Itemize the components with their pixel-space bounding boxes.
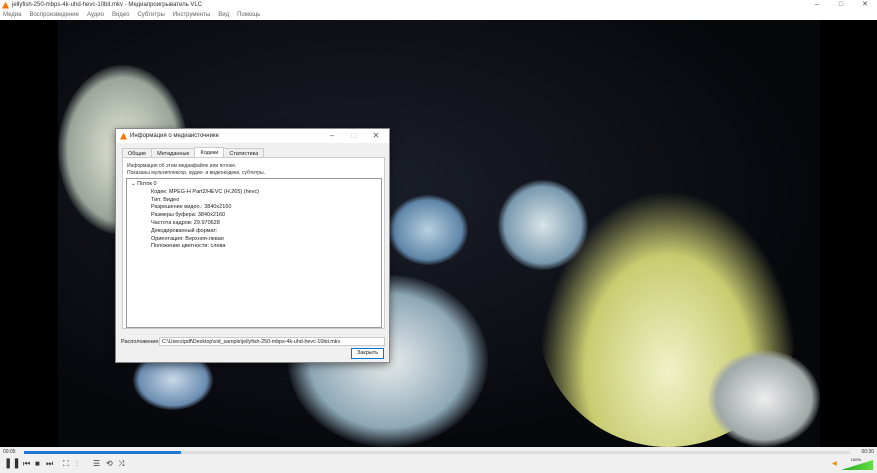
menu-video[interactable]: Видео bbox=[112, 12, 130, 18]
codecs-description: Информация об этом медиафайле или потоке… bbox=[127, 163, 265, 176]
tree-item: Частота кадров: 29.970628 bbox=[151, 219, 220, 226]
elapsed-time: 00:05 bbox=[3, 449, 16, 455]
pause-icon[interactable]: ❚❚ bbox=[4, 459, 21, 469]
tree-item: Положение цветности: слева bbox=[151, 243, 226, 250]
stop-icon[interactable]: ■ bbox=[35, 459, 40, 469]
tree-node-stream[interactable]: ⌄ Поток 0 bbox=[131, 181, 377, 189]
volume-slider[interactable]: 100% bbox=[841, 457, 873, 470]
total-time: 00:30 bbox=[861, 449, 874, 455]
location-label: Расположение: bbox=[121, 338, 160, 345]
maximize-button[interactable]: □ bbox=[829, 0, 853, 10]
location-row: Расположение: C:\Users\pdf\Desktop\vid_s… bbox=[121, 337, 385, 346]
tree-item: Тип: Видео bbox=[151, 196, 180, 203]
stream-label: Поток 0 bbox=[137, 181, 157, 187]
media-info-dialog: Информация о медиаисточнике – □ ✕ Общие … bbox=[115, 128, 390, 363]
playlist-icon[interactable]: ☰ bbox=[93, 459, 100, 469]
minimize-button[interactable]: – bbox=[805, 0, 829, 10]
dialog-title-bar: Информация о медиаисточнике – □ ✕ bbox=[116, 129, 389, 143]
menu-tools[interactable]: Инструменты bbox=[173, 12, 210, 18]
codecs-panel: Информация об этом медиафайле или потоке… bbox=[122, 157, 385, 329]
menu-audio[interactable]: Аудио bbox=[87, 12, 104, 18]
tree-item: Декодированный формат: bbox=[151, 227, 218, 234]
dialog-minimize-button[interactable]: – bbox=[321, 129, 343, 143]
codec-tree[interactable]: ⌄ Поток 0 Кодек: MPEG-H Part2/HEVC (H.26… bbox=[126, 178, 382, 328]
menu-subtitles[interactable]: Субтитры bbox=[137, 12, 164, 18]
window-title: jellyfish-250-mbps-4k-uhd-hevc-10bit.mkv… bbox=[12, 2, 203, 8]
menu-help[interactable]: Помощь bbox=[237, 12, 260, 18]
previous-icon[interactable]: ⏮ bbox=[23, 459, 30, 469]
menu-playback[interactable]: Воспроизведение bbox=[29, 12, 79, 18]
menu-bar: Медиа Воспроизведение Аудио Видео Субтит… bbox=[0, 10, 877, 20]
close-window-button[interactable]: ✕ bbox=[853, 0, 877, 10]
vlc-cone-icon bbox=[2, 1, 9, 9]
shuffle-icon[interactable]: ⤨ bbox=[118, 459, 124, 469]
speaker-icon[interactable]: ◀ bbox=[832, 459, 837, 469]
tree-item: Кодек: MPEG-H Part2/HEVC (H.265) (hevc) bbox=[151, 188, 260, 195]
next-icon[interactable]: ⏭ bbox=[46, 459, 53, 469]
description-line: Показаны мультиплексор, аудио- и видеоко… bbox=[127, 169, 266, 176]
menu-view[interactable]: Вид bbox=[218, 12, 229, 18]
dialog-title: Информация о медиаисточнике bbox=[130, 133, 219, 139]
vlc-cone-icon bbox=[120, 132, 127, 140]
seek-bar[interactable] bbox=[24, 451, 850, 454]
tree-item: Размеры буфера: 3840x2160 bbox=[151, 212, 226, 219]
extended-settings-icon[interactable]: ⫶ bbox=[76, 459, 78, 469]
close-button[interactable]: Закрыть bbox=[351, 348, 384, 359]
menu-media[interactable]: Медиа bbox=[3, 12, 21, 18]
seek-progress bbox=[24, 451, 181, 454]
tree-item: Ориентация: Верхняя-левая bbox=[151, 235, 224, 242]
fullscreen-icon[interactable]: ⛶ bbox=[63, 459, 69, 469]
volume-percent: 100% bbox=[850, 457, 861, 462]
tree-item: Разрешение видео.: 3840x2160 bbox=[151, 204, 232, 211]
loop-icon[interactable]: ⟲ bbox=[106, 459, 113, 469]
location-field[interactable]: C:\Users\pdf\Desktop\vid_sample\jellyfis… bbox=[159, 337, 385, 346]
player-controls: 00:05 00:30 ❚❚ ⏮ ■ ⏭ ⛶ ⫶ ☰ ⟲ ⤨ ◀ 100% bbox=[0, 447, 877, 473]
dialog-maximize-button[interactable]: □ bbox=[343, 129, 365, 143]
dialog-close-button[interactable]: ✕ bbox=[365, 129, 387, 143]
title-bar: jellyfish-250-mbps-4k-uhd-hevc-10bit.mkv… bbox=[0, 0, 877, 10]
